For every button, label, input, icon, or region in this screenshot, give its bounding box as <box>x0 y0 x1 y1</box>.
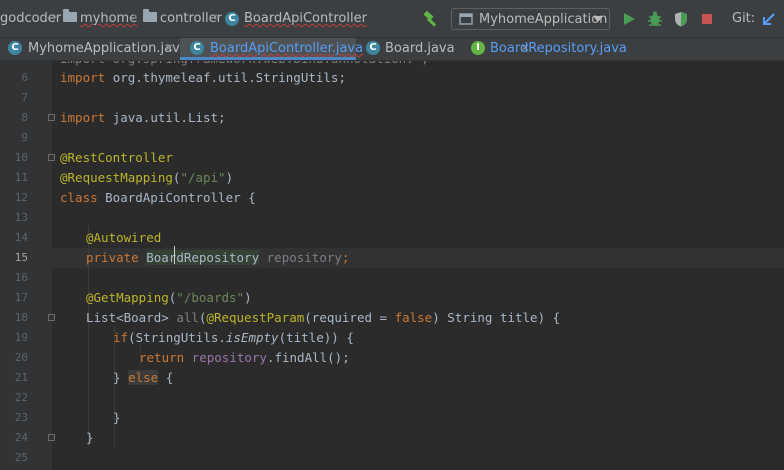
tab-board-api-controller[interactable]: C BoardApiController.java ✕ <box>180 38 530 60</box>
breadcrumb-separator: › <box>214 9 220 25</box>
interface-icon: I <box>471 41 485 55</box>
coverage-shield-icon[interactable] <box>672 10 690 28</box>
line-number: 18 <box>14 311 28 324</box>
breadcrumb-separator: › <box>52 9 58 25</box>
fold-marker[interactable] <box>48 114 55 121</box>
code-line-17: @GetMapping("/boards") <box>86 290 252 305</box>
tab-label: BoardApiController.java <box>210 41 364 56</box>
git-label: Git: <box>732 11 756 26</box>
class-icon: C <box>225 12 239 26</box>
line-number: 20 <box>14 351 28 364</box>
line-number: 12 <box>14 191 28 204</box>
tab-myhome-application[interactable]: C MyhomeApplication.java ✕ <box>0 38 188 60</box>
line-number: 17 <box>14 291 28 304</box>
folder-icon <box>63 9 77 22</box>
code-line-14: @Autowired <box>86 230 162 245</box>
close-icon[interactable]: ✕ <box>164 41 174 55</box>
line-number: 19 <box>14 331 28 344</box>
line-number: 6 <box>21 71 28 84</box>
fold-marker[interactable] <box>48 154 55 161</box>
tab-label: Board.java <box>385 41 455 56</box>
line-number: 13 <box>14 211 28 224</box>
application-icon <box>459 13 473 25</box>
line-number-current: 15 <box>14 251 28 264</box>
editor-tab-bar: C MyhomeApplication.java ✕ C BoardApiCon… <box>0 38 784 61</box>
code-line-11: @RequestMapping("/api") <box>60 170 234 185</box>
code-line-6: import org.thymeleaf.util.StringUtils; <box>60 70 346 85</box>
folder-icon <box>143 9 157 22</box>
breadcrumb-package-controller[interactable]: controller <box>160 11 222 26</box>
code-line-15: private BoardRepository repository; <box>86 250 350 265</box>
line-number: 23 <box>14 411 28 424</box>
line-number: 24 <box>14 431 28 444</box>
line-number: 9 <box>21 131 28 144</box>
breadcrumb-separator: › <box>132 9 138 25</box>
debug-icon[interactable] <box>646 10 664 28</box>
tab-label: BoardRepository.java <box>490 41 627 56</box>
line-number: 14 <box>14 231 28 244</box>
class-icon: C <box>366 41 380 55</box>
line-number: 25 <box>14 451 28 464</box>
code-editor[interactable]: 6 7 8 9 10 11 12 13 14 15 16 17 18 19 20… <box>0 61 784 470</box>
line-number-gutter: 6 7 8 9 10 11 12 13 14 15 16 17 18 19 20… <box>0 61 52 470</box>
fold-marker[interactable] <box>48 434 55 441</box>
tab-board[interactable]: C Board.java <box>356 38 460 60</box>
code-line-12: class BoardApiController { <box>60 190 256 205</box>
git-update-icon[interactable] <box>760 10 778 28</box>
code-line-20: return repository.findAll(); <box>139 350 350 365</box>
stop-icon[interactable] <box>698 10 716 28</box>
code-line-19: if(StringUtils.isEmpty(title)) { <box>113 330 354 345</box>
tab-board-repository[interactable]: I BoardRepository.java <box>460 38 630 60</box>
line-number: 7 <box>21 91 28 104</box>
fold-marker[interactable] <box>48 314 55 321</box>
run-configuration-dropdown[interactable]: MyhomeApplication <box>451 8 610 30</box>
run-icon[interactable] <box>620 10 638 28</box>
code-line-23: } <box>113 410 121 425</box>
line-number: 22 <box>14 391 28 404</box>
line-number: 16 <box>14 271 28 284</box>
navigation-bar: godcoder › myhome › controller › C Board… <box>0 0 784 38</box>
code-line-24: } <box>86 430 94 445</box>
line-number: 11 <box>14 171 28 184</box>
text-caret <box>174 246 175 264</box>
class-icon: C <box>8 41 22 55</box>
build-hammer-icon[interactable] <box>422 10 440 28</box>
chevron-down-icon <box>593 16 603 22</box>
run-configuration-label: MyhomeApplication <box>479 12 608 27</box>
code-line-10: @RestController <box>60 150 173 165</box>
breadcrumb-package-myhome[interactable]: myhome <box>80 11 137 26</box>
code-line-8: import java.util.List; <box>60 110 226 125</box>
line-number: 8 <box>21 111 28 124</box>
line-number: 21 <box>14 371 28 384</box>
code-line-18: List<Board> all(@RequestParam(required =… <box>86 310 561 325</box>
class-icon: C <box>190 41 204 55</box>
breadcrumb-class[interactable]: BoardApiController <box>244 11 367 26</box>
line-number: 10 <box>14 151 28 164</box>
code-line-21: } else { <box>113 370 174 385</box>
